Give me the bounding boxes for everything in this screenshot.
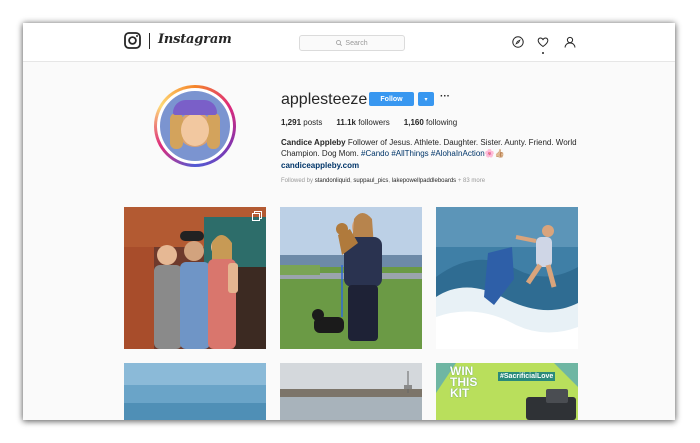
stat-posts: 1,291 posts	[281, 118, 323, 127]
search-input[interactable]: Search	[299, 35, 405, 51]
search-placeholder: Search	[345, 39, 368, 47]
profile-username: applesteeze	[281, 91, 368, 108]
profile-avatar[interactable]	[154, 85, 236, 167]
cap-shape	[173, 100, 217, 115]
bio-hashtag[interactable]: #Cando	[361, 149, 389, 158]
post-win-this-kit[interactable]: WIN THIS KIT #SacrificialLove	[436, 363, 578, 420]
activity-heart-icon[interactable]	[537, 36, 549, 48]
followed-by-user[interactable]: lakepowellpaddleboards	[392, 178, 456, 184]
multiple-photos-icon	[252, 211, 262, 221]
win-kit-text: WIN THIS KIT	[450, 364, 478, 400]
browser-window: Instagram Search applesteeze Follow ▾ ··…	[23, 23, 675, 420]
followed-by-user[interactable]: standonliquid	[315, 178, 350, 184]
bio-full-name: Candice Appleby	[281, 138, 346, 147]
bio-hashtag[interactable]: #AlohaInAction	[431, 149, 485, 158]
post-surfing-wave[interactable]	[436, 207, 578, 349]
bio-emoji: 🌸👍🏼	[484, 149, 505, 158]
top-navigation-bar: Instagram Search	[23, 23, 675, 62]
logo-divider	[149, 33, 150, 49]
instagram-wordmark[interactable]: Instagram	[158, 32, 232, 47]
profile-website-link[interactable]: candiceappleby.com	[281, 161, 359, 170]
profile-user-icon[interactable]	[564, 36, 576, 48]
search-icon	[336, 40, 343, 46]
followed-by-user[interactable]: suppaul_pics	[353, 178, 388, 184]
follow-button[interactable]: Follow	[369, 92, 414, 106]
post-jetty-water[interactable]	[280, 363, 422, 420]
explore-compass-icon[interactable]	[512, 36, 524, 48]
win-kit-hashtag: #SacrificialLove	[498, 372, 556, 381]
post-dog-park[interactable]	[280, 207, 422, 349]
post-ocean-beach[interactable]	[124, 363, 266, 420]
profile-stats: 1,291 posts 11.1k followers 1,160 follow…	[281, 118, 457, 127]
suggestions-dropdown-button[interactable]: ▾	[418, 92, 434, 106]
bio-hashtag[interactable]: #AllThings	[391, 149, 428, 158]
more-options-button[interactable]: ···	[440, 91, 450, 102]
profile-bio: Candice Appleby Follower of Jesus. Athle…	[281, 137, 581, 159]
avatar-photo	[160, 91, 230, 161]
notification-dot	[542, 52, 544, 54]
stat-followers[interactable]: 11.1k followers	[336, 118, 389, 127]
instagram-camera-icon[interactable]	[124, 32, 141, 49]
stat-following[interactable]: 1,160 following	[404, 118, 457, 127]
post-friends-medals[interactable]	[124, 207, 266, 349]
followed-more[interactable]: + 83 more	[458, 178, 485, 184]
followed-by-line: Followed by standonliquid, suppaul_pics,…	[281, 178, 486, 184]
